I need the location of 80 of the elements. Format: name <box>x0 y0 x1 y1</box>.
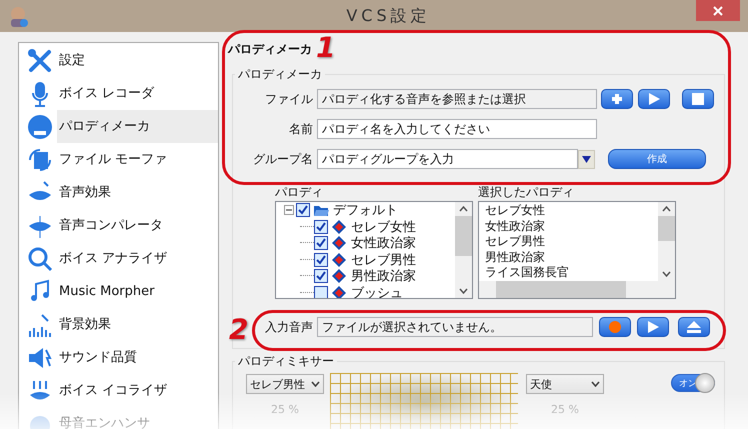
sidebar-item[interactable]: ボイス イコライザ <box>57 374 218 407</box>
dropdown-value: セレブ男性 <box>250 376 305 392</box>
chevron-icon <box>591 381 600 387</box>
record-button[interactable] <box>599 317 631 337</box>
percent-label: 25 % <box>271 403 299 416</box>
chevron-icon <box>311 381 320 387</box>
sidebar-item[interactable]: パロディメーカ <box>57 110 218 143</box>
list-item[interactable]: セレブ男性 <box>479 234 658 250</box>
tree-item[interactable]: セレブ女性 <box>351 218 416 236</box>
sidebar-item[interactable]: ファイル モーファ <box>57 143 218 176</box>
tools-icon <box>26 46 54 74</box>
annotation-number: 2 <box>229 316 248 344</box>
annotation-number: 1 <box>316 34 336 62</box>
sidebar-item[interactable]: Music Morpher <box>57 275 218 308</box>
checkbox[interactable] <box>314 252 328 267</box>
input-field[interactable]: パロディ名を入力してください <box>317 119 597 139</box>
dropdown-value: 天使 <box>530 376 552 392</box>
field-label: グループ名 <box>252 150 313 168</box>
checkbox[interactable] <box>314 236 328 250</box>
list-title: パロディ <box>275 185 324 201</box>
input-field[interactable]: ファイルが選択されていません。 <box>317 317 593 337</box>
sidebar-item[interactable]: 音声効果 <box>57 176 218 209</box>
record-icon <box>608 320 622 334</box>
diamond-icon <box>331 236 347 250</box>
play-icon <box>646 320 660 334</box>
input-field[interactable]: パロディ化する音声を参照または選択 <box>317 89 597 109</box>
diamond-icon <box>331 252 347 267</box>
sidebar-item[interactable]: 背景効果 <box>57 308 218 341</box>
checkbox[interactable] <box>296 203 310 218</box>
diamond-icon <box>331 269 347 284</box>
tree-item[interactable]: 女性政治家 <box>351 234 416 252</box>
percent-label: 25 % <box>551 403 579 416</box>
tree-item[interactable]: デフォルト <box>333 202 398 220</box>
diamond-icon <box>331 220 347 234</box>
combo-field[interactable]: パロディグループを入力 <box>317 149 578 169</box>
close-button[interactable] <box>696 0 740 21</box>
stop-icon <box>691 92 705 106</box>
field-label: 名前 <box>288 120 313 138</box>
checkbox[interactable] <box>314 220 328 234</box>
magnifier-icon <box>26 244 54 272</box>
play-button[interactable] <box>637 317 669 337</box>
list-item[interactable]: ライス国務長官 <box>479 265 658 280</box>
dropdown[interactable]: 天使 <box>526 374 604 394</box>
list-item[interactable]: セレブ女性 <box>479 203 658 218</box>
group-title: パロディミキサー <box>237 353 335 370</box>
caret-icon <box>582 156 591 162</box>
tree-item[interactable]: セレブ男性 <box>351 250 416 269</box>
plus-button[interactable] <box>601 89 633 109</box>
dropdown-button[interactable] <box>578 150 595 168</box>
list-title: 選択したパロディ <box>478 185 575 201</box>
scrollbar[interactable] <box>658 202 675 281</box>
sidebar-item[interactable]: ボイス レコーダ <box>57 77 218 110</box>
field-label: 入力音声 <box>264 318 313 336</box>
plus-icon <box>610 92 624 106</box>
tree-item[interactable]: 男性政治家 <box>351 267 416 286</box>
sidebar-item[interactable]: サウンド品質 <box>57 341 218 374</box>
checkbox[interactable] <box>314 286 328 298</box>
diamond-icon <box>331 286 347 298</box>
window-title: VCS設定 <box>346 6 431 26</box>
sidebar-item[interactable]: ボイス アナライザ <box>57 242 218 275</box>
checkbox[interactable] <box>314 269 328 284</box>
sidebar-item[interactable]: 音声コンパレータ <box>57 209 218 242</box>
eject-button[interactable] <box>678 317 710 337</box>
close-icon <box>713 6 723 16</box>
list-item[interactable]: 女性政治家 <box>479 218 658 234</box>
eject-icon <box>685 320 703 334</box>
sidebar-item[interactable]: 設定 <box>57 44 218 77</box>
play-icon <box>647 92 661 106</box>
create-button[interactable]: 作成 <box>608 149 706 169</box>
scrollbar[interactable] <box>455 202 472 298</box>
play-button[interactable] <box>638 89 670 109</box>
folder-icon <box>313 203 329 218</box>
field-label: ファイル <box>264 90 313 108</box>
stop-button[interactable] <box>682 89 714 109</box>
group-title: パロディメーカ <box>237 66 323 83</box>
collapse-icon[interactable] <box>284 205 294 216</box>
list-item[interactable]: 男性政治家 <box>479 250 658 265</box>
scrollbar[interactable] <box>479 281 675 298</box>
dropdown[interactable]: セレブ男性 <box>246 374 324 394</box>
section-heading: パロディメーカ <box>228 41 312 58</box>
